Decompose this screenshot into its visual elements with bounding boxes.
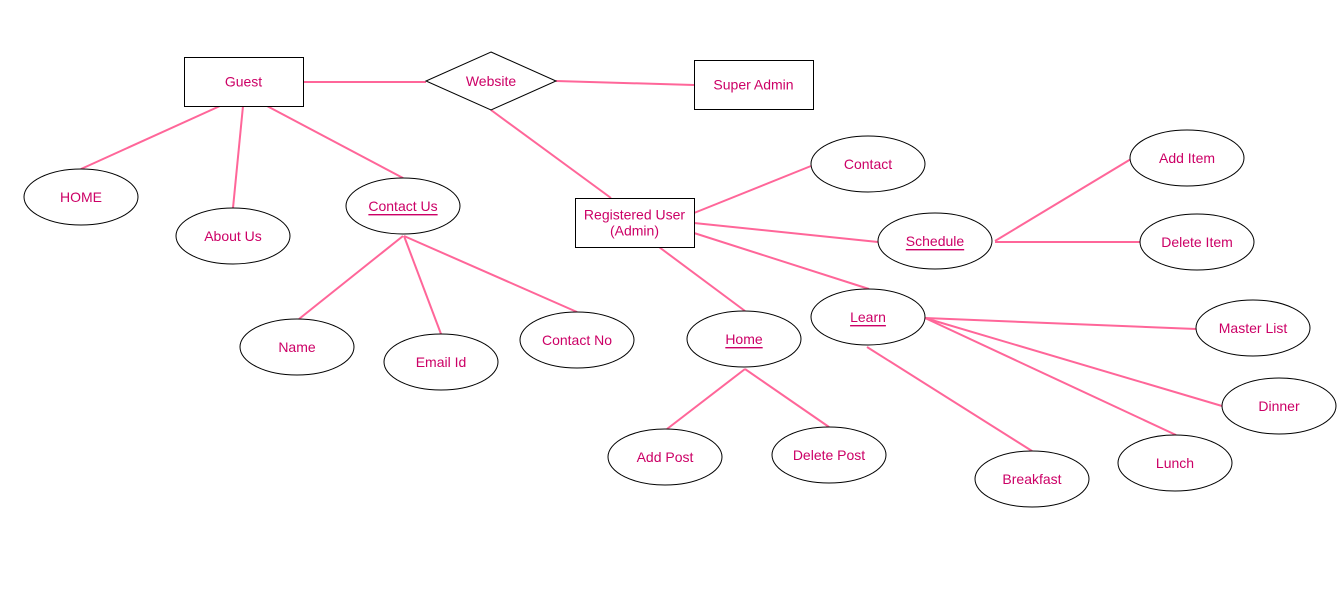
node-delete-item: Delete Item bbox=[1139, 213, 1255, 271]
node-home-guest: HOME bbox=[23, 168, 139, 226]
edge-website-to-super-admin bbox=[555, 80, 695, 86]
node-label: Lunch bbox=[1156, 455, 1194, 471]
node-contact-us: Contact Us bbox=[345, 177, 461, 235]
node-home-admin: Home bbox=[686, 310, 802, 368]
node-dinner: Dinner bbox=[1221, 377, 1337, 435]
node-add-item: Add Item bbox=[1129, 129, 1245, 187]
node-delete-post: Delete Post bbox=[771, 426, 887, 484]
node-contact-no: Contact No bbox=[519, 311, 635, 369]
node-contact: Contact bbox=[810, 135, 926, 193]
node-label: Contact No bbox=[542, 332, 612, 348]
node-label: Learn bbox=[850, 309, 886, 325]
node-label: Add Item bbox=[1159, 150, 1215, 166]
node-guest: Guest bbox=[184, 57, 304, 107]
nodes: Guest Website Super Admin Registered User(A… bbox=[23, 51, 1337, 508]
node-label: About Us bbox=[204, 228, 262, 244]
node-master-list: Master List bbox=[1195, 299, 1311, 357]
edge-contact-us-to-contact-no bbox=[403, 235, 578, 313]
node-add-post: Add Post bbox=[607, 428, 723, 486]
node-label: Email Id bbox=[416, 354, 467, 370]
node-label: Schedule bbox=[906, 233, 965, 249]
node-label: Registered User bbox=[584, 207, 685, 223]
node-label: Guest bbox=[225, 74, 262, 90]
edges bbox=[80, 80, 1223, 452]
node-label: Home bbox=[725, 331, 763, 347]
edge-guest-to-home-guest bbox=[80, 105, 221, 170]
node-label: Contact Us bbox=[368, 198, 437, 214]
node-label: Delete Post bbox=[793, 447, 865, 463]
node-label: HOME bbox=[60, 189, 102, 205]
node-label: Contact bbox=[844, 156, 892, 172]
edge-website-to-registered-user bbox=[490, 109, 612, 199]
edge-home-admin-to-add-post bbox=[666, 368, 746, 430]
node-label: Master List bbox=[1219, 320, 1288, 336]
edge-learn-to-breakfast bbox=[866, 346, 1033, 452]
edge-registered-user-to-contact bbox=[693, 165, 812, 214]
node-lunch: Lunch bbox=[1117, 434, 1233, 492]
node-name: Name bbox=[239, 318, 355, 376]
node-label: Delete Item bbox=[1161, 234, 1233, 250]
edge-registered-user-to-learn bbox=[693, 232, 870, 290]
node-label: (Admin) bbox=[610, 223, 659, 239]
edge-registered-user-to-home-admin bbox=[658, 246, 746, 312]
node-about-us: About Us bbox=[175, 207, 291, 265]
node-website: Website bbox=[424, 51, 558, 111]
edge-registered-user-to-schedule bbox=[693, 222, 879, 243]
edge-learn-to-dinner bbox=[924, 317, 1223, 407]
node-label: Add Post bbox=[637, 449, 694, 465]
node-email-id: Email Id bbox=[383, 333, 499, 391]
er-diagram: Guest Website Super Admin Registered User(A… bbox=[23, 51, 1337, 508]
node-label: Breakfast bbox=[1002, 471, 1061, 487]
node-schedule: Schedule bbox=[877, 212, 993, 270]
node-label: Dinner bbox=[1258, 398, 1300, 414]
edge-learn-to-lunch bbox=[924, 317, 1177, 436]
edge-home-admin-to-delete-post bbox=[744, 368, 830, 428]
node-breakfast: Breakfast bbox=[974, 450, 1090, 508]
node-label: Website bbox=[466, 73, 517, 89]
node-super-admin: Super Admin bbox=[694, 60, 814, 110]
node-learn: Learn bbox=[810, 288, 926, 346]
node-registered-user: Registered User(Admin) bbox=[575, 198, 695, 248]
edge-contact-us-to-name bbox=[298, 235, 404, 320]
edge-guest-to-about-us bbox=[232, 105, 244, 209]
edge-guest-to-contact-us bbox=[266, 105, 404, 179]
edge-learn-to-master-list bbox=[924, 317, 1197, 330]
node-label: Name bbox=[278, 339, 316, 355]
edge-schedule-to-add-item bbox=[994, 158, 1132, 242]
node-label: Super Admin bbox=[713, 77, 793, 93]
